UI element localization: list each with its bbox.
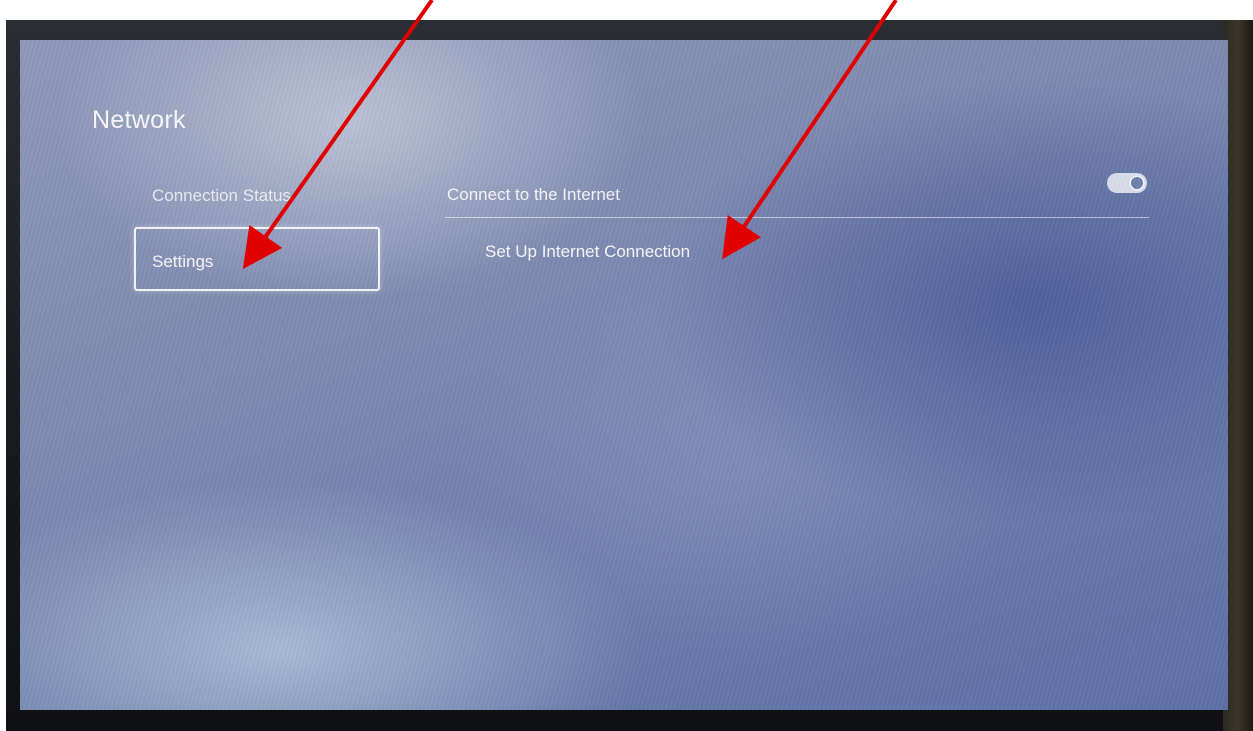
connect-to-internet-row[interactable]: Connect to the Internet [445, 173, 1149, 218]
nav-item-settings[interactable]: Settings [134, 227, 380, 291]
connect-to-internet-label: Connect to the Internet [447, 185, 620, 204]
page-title: Network [92, 106, 186, 134]
tv-screen: Network Connection Status Settings Conne… [20, 40, 1228, 710]
connect-to-internet-toggle[interactable] [1107, 173, 1147, 193]
set-up-internet-connection-item[interactable]: Set Up Internet Connection [485, 242, 690, 262]
nav-item-connection-status[interactable]: Connection Status [152, 186, 291, 206]
photo: Network Connection Status Settings Conne… [0, 0, 1253, 731]
nav-item-settings-label: Settings [152, 252, 214, 271]
toggle-knob [1129, 175, 1145, 191]
